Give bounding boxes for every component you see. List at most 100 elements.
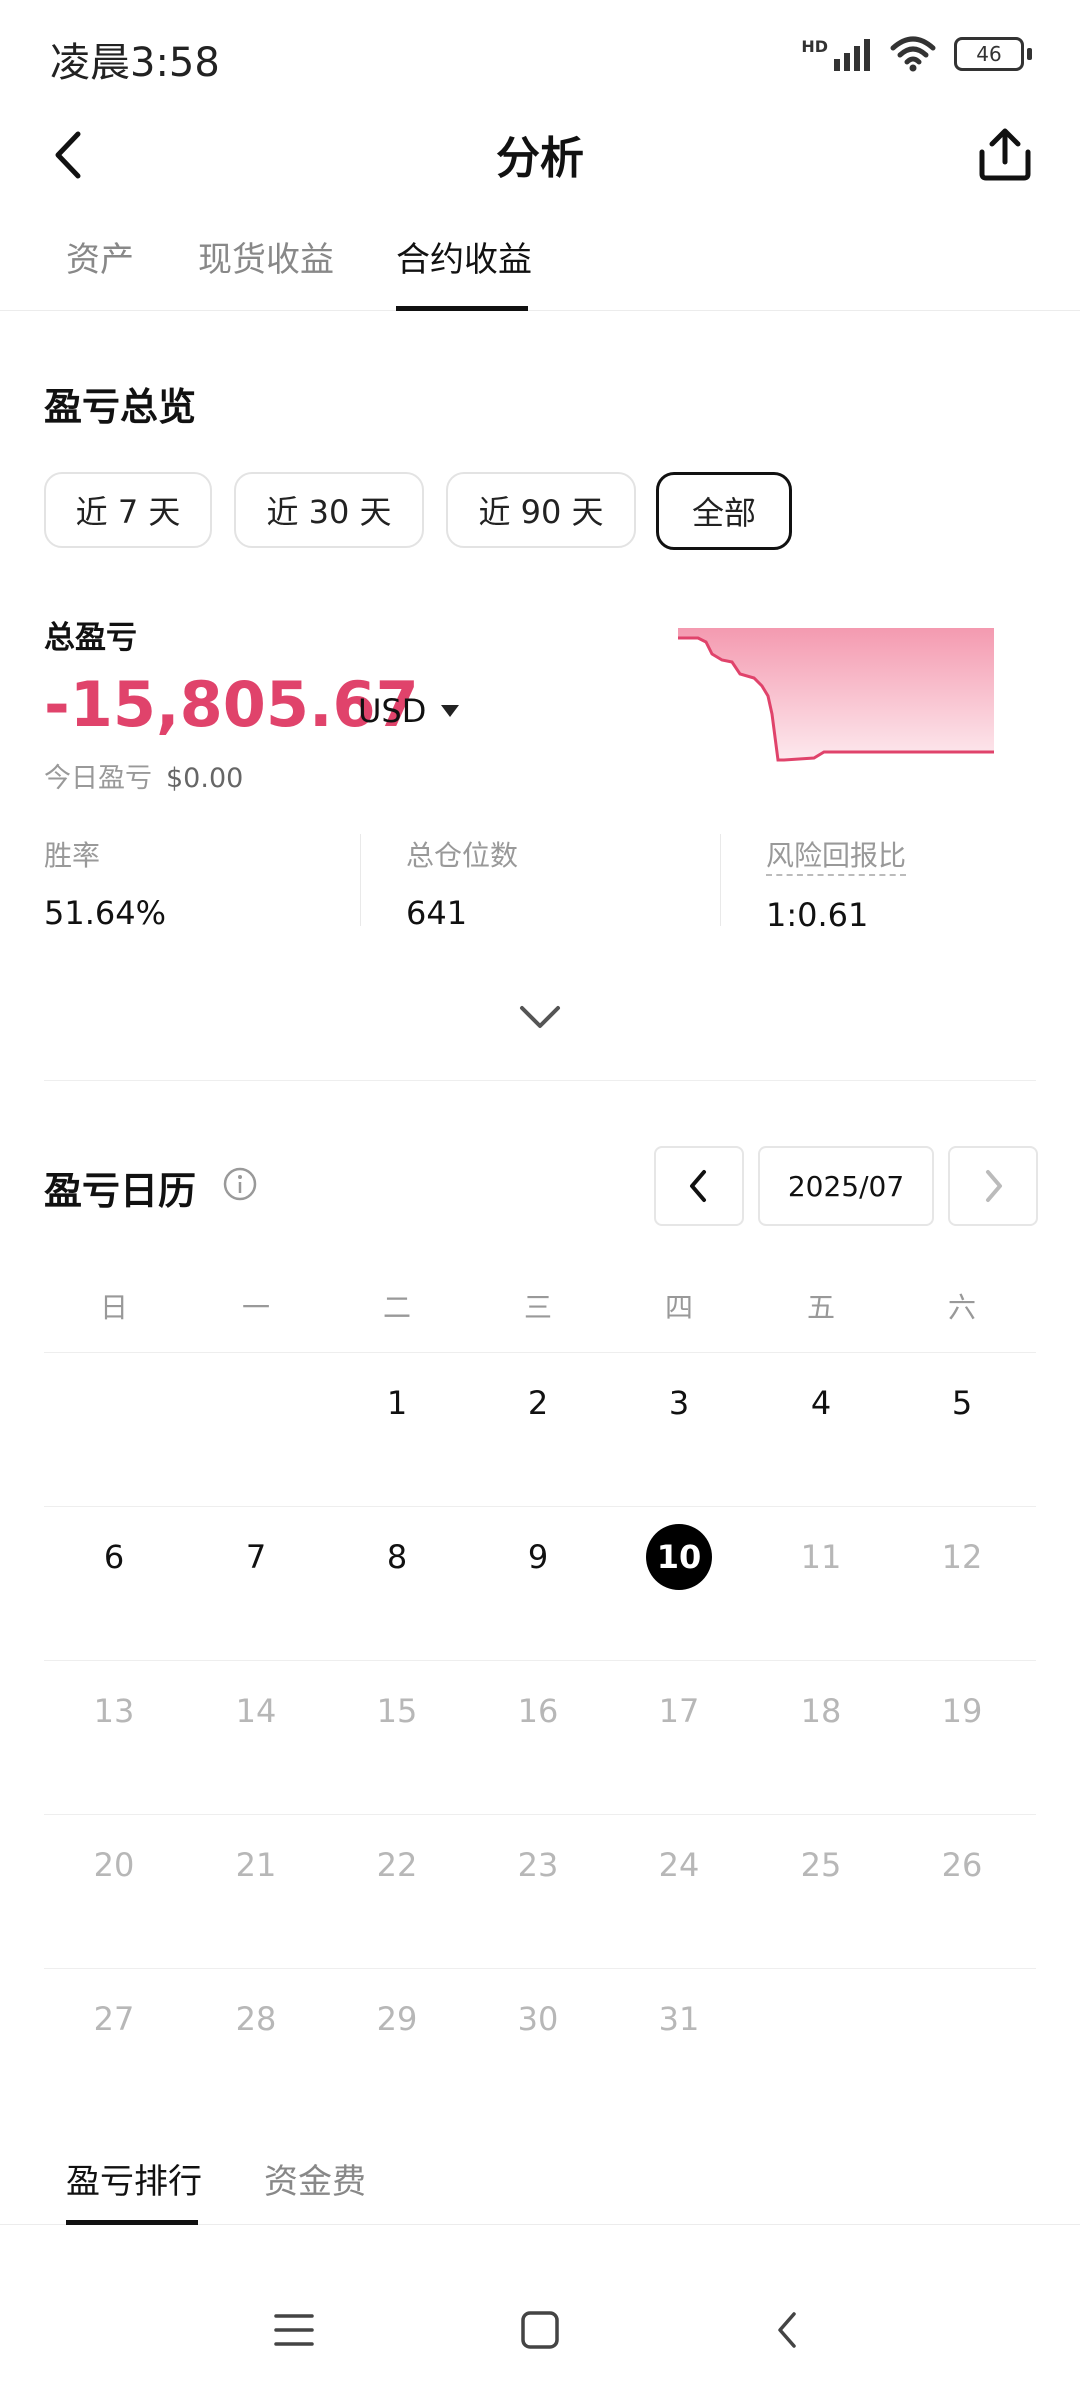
- currency-selector[interactable]: USD: [358, 692, 460, 730]
- calendar-day[interactable]: 2: [478, 1384, 598, 1422]
- period-7d-button[interactable]: 近 7 天: [44, 472, 212, 548]
- weekday-label: 三: [523, 1291, 552, 1324]
- active-tab-indicator: [66, 2220, 198, 2225]
- weekday-label: 五: [806, 1291, 835, 1324]
- calendar-day[interactable]: 1: [337, 1384, 457, 1422]
- calendar-day[interactable]: 23: [478, 1846, 598, 1884]
- chevron-left-icon: [690, 1170, 706, 1202]
- weekday-label: 六: [947, 1291, 976, 1324]
- calendar-day-number: 24: [658, 1846, 700, 1884]
- period-30d-button[interactable]: 近 30 天: [234, 472, 424, 548]
- calendar-day[interactable]: 11: [761, 1538, 881, 1576]
- pnl-sparkline-chart: [678, 628, 994, 762]
- page-title: 分析: [496, 133, 584, 184]
- calendar-day-number: 4: [810, 1384, 832, 1422]
- status-time: 凌晨3:58: [50, 40, 220, 86]
- tab-funding-fee[interactable]: 资金费: [264, 2154, 366, 2203]
- stat-risk-reward[interactable]: 风险回报比 1:0.61: [766, 834, 907, 934]
- calendar-day[interactable]: 30: [478, 2000, 598, 2038]
- nav-back-button[interactable]: [772, 2310, 802, 2354]
- today-pnl-label: 今日盈亏: [44, 763, 152, 794]
- calendar-day[interactable]: 15: [337, 1692, 457, 1730]
- calendar-day[interactable]: 22: [337, 1846, 457, 1884]
- calendar-day[interactable]: 5: [902, 1384, 1022, 1422]
- calendar-day[interactable]: 26: [902, 1846, 1022, 1884]
- calendar-day[interactable]: 7: [196, 1538, 316, 1576]
- calendar-day[interactable]: 29: [337, 2000, 457, 2038]
- stat-value: 1:0.61: [766, 896, 869, 934]
- prev-month-button[interactable]: [654, 1146, 744, 1226]
- caret-down-icon: [441, 705, 460, 717]
- period-all-button[interactable]: 全部: [656, 472, 792, 550]
- calendar-day[interactable]: 6: [54, 1538, 174, 1576]
- top-tab-bar: 资产 现货收益 合约收益: [0, 232, 1080, 311]
- info-button[interactable]: [222, 1166, 258, 1202]
- calendar-day[interactable]: 18: [761, 1692, 881, 1730]
- calendar-day-number: 20: [93, 1846, 135, 1884]
- total-pnl-label: 总盈亏: [44, 620, 137, 656]
- calendar-day-number: 9: [527, 1538, 549, 1576]
- calendar-day[interactable]: 27: [54, 2000, 174, 2038]
- chevron-right-icon: [986, 1170, 1002, 1202]
- calendar-day[interactable]: 4: [761, 1384, 881, 1422]
- menu-icon: [274, 2314, 314, 2346]
- calendar-day[interactable]: 19: [902, 1692, 1022, 1730]
- calendar-day-number: 1: [386, 1384, 408, 1422]
- calendar-day-number: 25: [800, 1846, 842, 1884]
- calendar-row-divider: [44, 1352, 1036, 1353]
- calendar-day[interactable]: 20: [54, 1846, 174, 1884]
- active-tab-indicator: [396, 306, 528, 311]
- bottom-tab-bar: 盈亏排行 资金费: [0, 2150, 1080, 2225]
- home-square-icon: [521, 2311, 559, 2349]
- calendar-day-number: 23: [517, 1846, 559, 1884]
- calendar-day[interactable]: 24: [619, 1846, 739, 1884]
- nav-menu-button[interactable]: [274, 2310, 314, 2354]
- weekday-label: 四: [664, 1291, 693, 1324]
- calendar-day-number: 19: [941, 1692, 983, 1730]
- tab-contract-earnings[interactable]: 合约收益: [396, 232, 532, 281]
- chevron-down-icon: [520, 1006, 560, 1028]
- next-month-button[interactable]: [948, 1146, 1038, 1226]
- calendar-day-number: 16: [517, 1692, 559, 1730]
- back-button[interactable]: [44, 122, 104, 188]
- stat-total-positions: 总仓位数 641: [406, 834, 518, 932]
- calendar-day-number: 27: [93, 2000, 135, 2038]
- calendar-day[interactable]: 13: [54, 1692, 174, 1730]
- calendar-day-number: 6: [103, 1538, 125, 1576]
- nav-home-button[interactable]: [520, 2310, 560, 2354]
- expand-button[interactable]: [516, 1000, 564, 1034]
- stat-label: 总仓位数: [406, 839, 519, 872]
- calendar-day[interactable]: 17: [619, 1692, 739, 1730]
- today-pnl-value: $0.00: [166, 763, 244, 794]
- section-title-calendar: 盈亏日历: [44, 1169, 197, 1213]
- calendar-day[interactable]: 25: [761, 1846, 881, 1884]
- calendar-day[interactable]: 28: [196, 2000, 316, 2038]
- calendar-day-number: 7: [245, 1538, 267, 1576]
- month-picker[interactable]: 2025/07: [758, 1146, 934, 1226]
- battery-icon: 46: [954, 37, 1032, 71]
- calendar-day[interactable]: 3: [619, 1384, 739, 1422]
- network-type: HD: [801, 37, 828, 56]
- calendar-day[interactable]: 21: [196, 1846, 316, 1884]
- calendar-day[interactable]: 8: [337, 1538, 457, 1576]
- calendar-day[interactable]: 9: [478, 1538, 598, 1576]
- calendar-day[interactable]: 14: [196, 1692, 316, 1730]
- info-icon: [223, 1167, 257, 1201]
- tab-assets[interactable]: 资产: [66, 232, 134, 281]
- calendar-day[interactable]: 31: [619, 2000, 739, 2038]
- calendar-day-number: 10: [646, 1524, 712, 1590]
- tab-pnl-ranking[interactable]: 盈亏排行: [66, 2154, 202, 2203]
- stat-value: 51.64%: [44, 894, 167, 932]
- currency-label: USD: [358, 692, 427, 730]
- calendar-day-number: 21: [235, 1846, 277, 1884]
- calendar-day-selected[interactable]: 10: [619, 1524, 739, 1590]
- period-90d-button[interactable]: 近 90 天: [446, 472, 636, 548]
- calendar-day[interactable]: 16: [478, 1692, 598, 1730]
- calendar-day-number: 17: [658, 1692, 700, 1730]
- weekday-label: 一: [241, 1291, 270, 1324]
- calendar-day-number: 8: [386, 1538, 408, 1576]
- share-button[interactable]: [970, 118, 1040, 188]
- calendar-day[interactable]: 12: [902, 1538, 1022, 1576]
- stat-label: 胜率: [44, 839, 101, 872]
- tab-spot-earnings[interactable]: 现货收益: [198, 232, 334, 281]
